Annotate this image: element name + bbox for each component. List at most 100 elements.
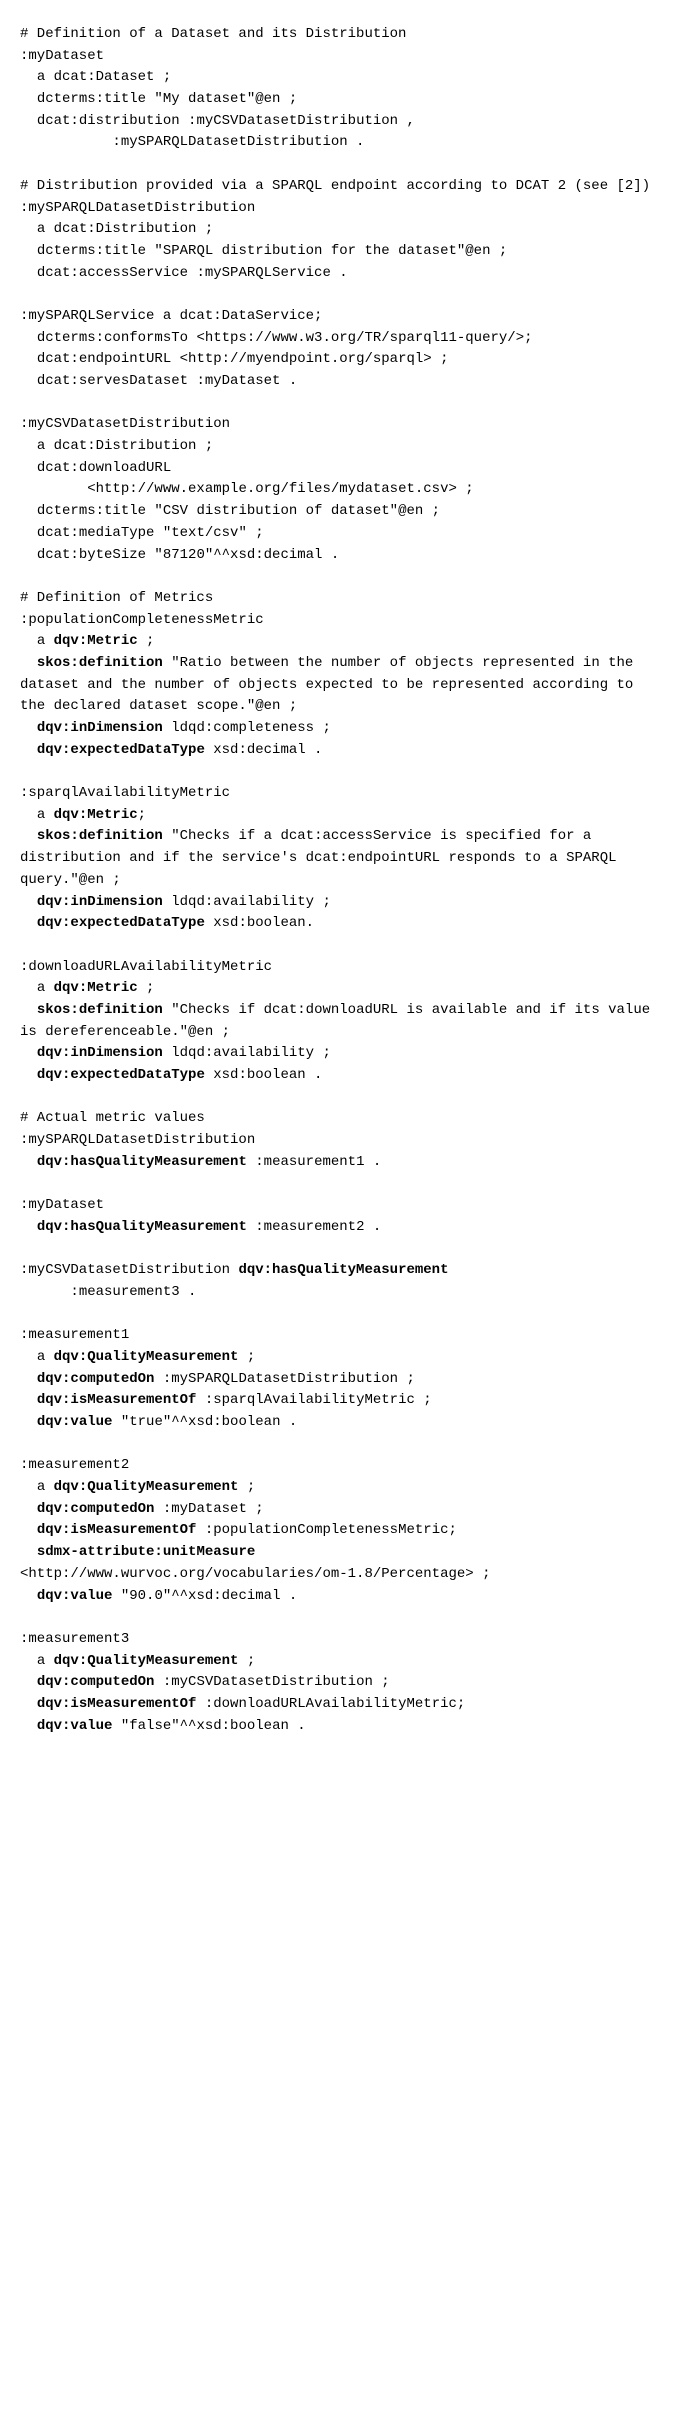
code-line bbox=[20, 1392, 37, 1408]
bold-keyword: dqv:hasQualityMeasurement bbox=[238, 1262, 448, 1278]
code-line bbox=[20, 655, 37, 671]
code-line: dcat:mediaType "text/csv" ; bbox=[20, 525, 264, 541]
code-line bbox=[20, 1588, 37, 1604]
bold-keyword: skos:definition bbox=[37, 828, 163, 844]
code-text: :myDataset ; bbox=[154, 1501, 263, 1517]
code-text: :measurement3 . bbox=[20, 1284, 196, 1300]
code-text: ; bbox=[238, 1479, 255, 1495]
code-text: :myCSVDatasetDistribution ; bbox=[154, 1674, 389, 1690]
code-line: :mySPARQLDatasetDistribution bbox=[20, 200, 255, 216]
code-line: a bbox=[20, 1349, 54, 1365]
code-text: xsd:decimal . bbox=[205, 742, 323, 758]
bold-keyword: dqv:computedOn bbox=[37, 1501, 155, 1517]
code-line bbox=[20, 1674, 37, 1690]
code-text: ; bbox=[238, 1349, 255, 1365]
code-line: a dcat:Distribution ; bbox=[20, 438, 213, 454]
code-line bbox=[20, 1414, 37, 1430]
code-line: dcterms:title "CSV distribution of datas… bbox=[20, 503, 440, 519]
code-line bbox=[20, 1522, 37, 1538]
bold-keyword: dqv:isMeasurementOf bbox=[37, 1392, 197, 1408]
code-line: dcat:servesDataset :myDataset . bbox=[20, 373, 297, 389]
code-line: # Definition of a Dataset and its Distri… bbox=[20, 26, 406, 42]
bold-keyword: dqv:computedOn bbox=[37, 1674, 155, 1690]
code-text: "false"^^xsd:boolean . bbox=[112, 1718, 305, 1734]
code-text: :downloadURLAvailabilityMetric; bbox=[196, 1696, 465, 1712]
code-text: :measurement2 . bbox=[247, 1219, 381, 1235]
bold-keyword: dqv:Metric bbox=[54, 807, 138, 823]
code-text: "90.0"^^xsd:decimal . bbox=[112, 1588, 297, 1604]
code-line bbox=[20, 1696, 37, 1712]
code-line: dcat:endpointURL <http://myendpoint.org/… bbox=[20, 351, 448, 367]
code-line: # Definition of Metrics bbox=[20, 590, 213, 606]
code-line bbox=[20, 1371, 37, 1387]
code-line bbox=[20, 1154, 37, 1170]
code-line: :sparqlAvailabilityMetric bbox=[20, 785, 230, 801]
bold-keyword: dqv:value bbox=[37, 1588, 113, 1604]
bold-keyword: dqv:Metric bbox=[54, 980, 138, 996]
code-listing: # Definition of a Dataset and its Distri… bbox=[20, 24, 665, 1737]
code-line: :measurement3 bbox=[20, 1631, 129, 1647]
code-text: "true"^^xsd:boolean . bbox=[112, 1414, 297, 1430]
bold-keyword: dqv:hasQualityMeasurement bbox=[37, 1219, 247, 1235]
code-line: :mySPARQLDatasetDistribution . bbox=[20, 134, 364, 150]
code-line bbox=[20, 1219, 37, 1235]
bold-keyword: dqv:inDimension bbox=[37, 894, 163, 910]
code-text: <http://www.wurvoc.org/vocabularies/om-1… bbox=[20, 1566, 490, 1582]
code-text: :populationCompletenessMetric; bbox=[196, 1522, 456, 1538]
bold-keyword: skos:definition bbox=[37, 655, 163, 671]
bold-keyword: dqv:expectedDataType bbox=[37, 915, 205, 931]
code-line: dcat:downloadURL bbox=[20, 460, 171, 476]
code-line: :measurement1 bbox=[20, 1327, 129, 1343]
code-line: :myDataset bbox=[20, 48, 104, 64]
code-line bbox=[20, 894, 37, 910]
code-line: dcterms:title "My dataset"@en ; bbox=[20, 91, 297, 107]
bold-keyword: dqv:value bbox=[37, 1718, 113, 1734]
code-line: :mySPARQLDatasetDistribution bbox=[20, 1132, 255, 1148]
code-line bbox=[20, 720, 37, 736]
code-text: xsd:boolean . bbox=[205, 1067, 323, 1083]
bold-keyword: dqv:expectedDataType bbox=[37, 742, 205, 758]
code-text: ; bbox=[238, 1653, 255, 1669]
bold-keyword: dqv:value bbox=[37, 1414, 113, 1430]
code-line: a dcat:Dataset ; bbox=[20, 69, 171, 85]
code-line: :populationCompletenessMetric bbox=[20, 612, 264, 628]
code-text: :measurement1 . bbox=[247, 1154, 381, 1170]
code-line bbox=[20, 828, 37, 844]
bold-keyword: dqv:expectedDataType bbox=[37, 1067, 205, 1083]
bold-keyword: dqv:QualityMeasurement bbox=[54, 1653, 239, 1669]
code-line: a dcat:Distribution ; bbox=[20, 221, 213, 237]
code-line bbox=[20, 1045, 37, 1061]
bold-keyword: dqv:QualityMeasurement bbox=[54, 1349, 239, 1365]
code-line: a bbox=[20, 633, 54, 649]
code-line: dcat:byteSize "87120"^^xsd:decimal . bbox=[20, 547, 339, 563]
code-line: :myCSVDatasetDistribution bbox=[20, 1262, 238, 1278]
code-line bbox=[20, 1501, 37, 1517]
code-text: ; bbox=[138, 980, 155, 996]
code-text: ldqd:completeness ; bbox=[163, 720, 331, 736]
bold-keyword: dqv:hasQualityMeasurement bbox=[37, 1154, 247, 1170]
bold-keyword: sdmx-attribute:unitMeasure bbox=[37, 1544, 255, 1560]
code-line: :mySPARQLService a dcat:DataService; bbox=[20, 308, 322, 324]
bold-keyword: dqv:QualityMeasurement bbox=[54, 1479, 239, 1495]
code-line: dcterms:conformsTo <https://www.w3.org/T… bbox=[20, 330, 533, 346]
code-text: :sparqlAvailabilityMetric ; bbox=[196, 1392, 431, 1408]
code-line: # Actual metric values bbox=[20, 1110, 205, 1126]
code-line: a bbox=[20, 1479, 54, 1495]
code-line: :downloadURLAvailabilityMetric bbox=[20, 959, 272, 975]
bold-keyword: dqv:Metric bbox=[54, 633, 138, 649]
code-line bbox=[20, 1067, 37, 1083]
code-line: dcterms:title "SPARQL distribution for t… bbox=[20, 243, 507, 259]
code-line: :myDataset bbox=[20, 1197, 104, 1213]
code-line: # Distribution provided via a SPARQL end… bbox=[20, 178, 650, 194]
bold-keyword: dqv:isMeasurementOf bbox=[37, 1696, 197, 1712]
code-line: :measurement2 bbox=[20, 1457, 129, 1473]
code-line: dcat:accessService :mySPARQLService . bbox=[20, 265, 348, 281]
code-line bbox=[20, 915, 37, 931]
code-text: ldqd:availability ; bbox=[163, 1045, 331, 1061]
bold-keyword: dqv:isMeasurementOf bbox=[37, 1522, 197, 1538]
code-line bbox=[20, 1002, 37, 1018]
code-text: :mySPARQLDatasetDistribution ; bbox=[154, 1371, 414, 1387]
code-text: ; bbox=[138, 807, 146, 823]
code-line bbox=[20, 1544, 37, 1560]
code-text: ldqd:availability ; bbox=[163, 894, 331, 910]
